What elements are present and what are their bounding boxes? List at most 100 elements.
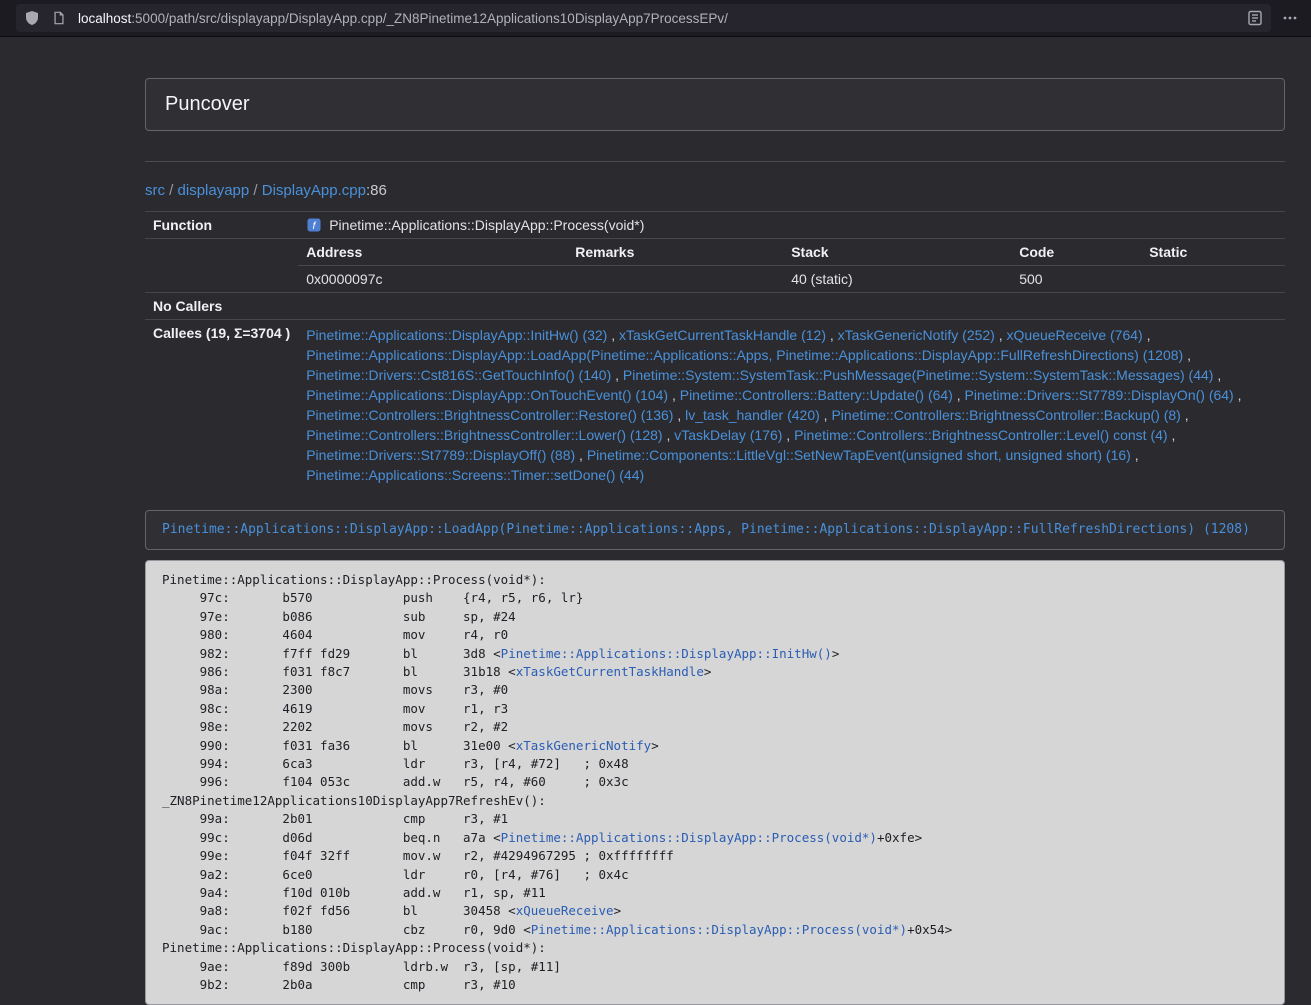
callee-separator: , [1181,407,1189,423]
breadcrumb-link[interactable]: src [145,182,165,199]
code-line: 98e: 2202 movs r2, #2 [162,718,1268,736]
callee-link[interactable]: vTaskDelay (176) [674,427,782,443]
code-symbol-link[interactable]: xQueueReceive [516,903,614,918]
callee-separator: , [607,327,619,343]
stack-value: 40 (static) [783,266,1011,293]
callee-separator: , [1143,327,1151,343]
page-actions-menu-icon[interactable] [1277,5,1303,31]
details-row: Address Remarks Stack Code Static 0x0000… [145,239,1285,293]
symbol-table: Function f Pinetime::Applications::Displ… [145,211,1285,490]
breadcrumb-link[interactable]: DisplayApp.cpp [262,182,366,199]
callee-link[interactable]: Pinetime::Applications::DisplayApp::Load… [306,347,1183,363]
callee-separator: , [1213,367,1221,383]
callee-separator: , [1183,347,1191,363]
tracking-protection-shield-icon[interactable] [24,10,40,26]
breadcrumb: src / displayapp / DisplayApp.cpp:86 [145,182,1285,199]
page-info-icon[interactable] [52,11,66,25]
disassembly-code: Pinetime::Applications::DisplayApp::Proc… [145,560,1285,1005]
callee-link[interactable]: Pinetime::Controllers::BrightnessControl… [831,407,1180,423]
callees-list: Pinetime::Applications::DisplayApp::Init… [298,320,1285,491]
browser-toolbar: localhost:5000/path/src/displayapp/Displ… [0,0,1311,37]
code-symbol-link[interactable]: xTaskGenericNotify [516,738,651,753]
page-title: Puncover [165,93,250,115]
code-line: 982: f7ff fd29 bl 3d8 <Pinetime::Applica… [162,645,1268,663]
callees-row: Callees (19, Σ=3704 ) Pinetime::Applicat… [145,320,1285,491]
callee-separator: , [611,367,623,383]
callee-separator: , [820,407,832,423]
no-callers-label: No Callers [145,293,298,320]
callee-separator: , [668,387,680,403]
col-header-static: Static [1141,239,1285,266]
app-header-panel: Puncover [145,78,1285,131]
highlighted-symbol-panel: Pinetime::Applications::DisplayApp::Load… [145,510,1285,550]
details-value-row: 0x0000097c 40 (static) 500 [298,266,1285,293]
callee-link[interactable]: Pinetime::Applications::Screens::Timer::… [306,467,644,483]
callee-separator: , [782,427,794,443]
code-line: 9a2: 6ce0 ldr r0, [r4, #76] ; 0x4c [162,866,1268,884]
code-line: 986: f031 f8c7 bl 31b18 <xTaskGetCurrent… [162,663,1268,681]
details-row-label [145,239,298,293]
code-line: 97c: b570 push {r4, r5, r6, lr} [162,589,1268,607]
callee-link[interactable]: Pinetime::System::SystemTask::PushMessag… [623,367,1214,383]
callee-link[interactable]: Pinetime::Controllers::Battery::Update()… [680,387,953,403]
function-row-label: Function [145,212,298,239]
callee-separator: , [1234,387,1242,403]
code-line: 9b2: 2b0a cmp r3, #10 [162,976,1268,994]
callee-link[interactable]: Pinetime::Drivers::St7789::DisplayOn() (… [965,387,1234,403]
callee-link[interactable]: Pinetime::Drivers::St7789::DisplayOff() … [306,447,575,463]
url-domain: localhost [78,11,131,26]
breadcrumb-separator: / [249,182,262,199]
code-line: 996: f104 053c add.w r5, r4, #60 ; 0x3c [162,773,1268,791]
col-header-code: Code [1011,239,1141,266]
code-line: 97e: b086 sub sp, #24 [162,608,1268,626]
code-line: 99a: 2b01 cmp r3, #1 [162,810,1268,828]
url-path: :5000/path/src/displayapp/DisplayApp.cpp… [131,11,728,26]
callee-separator: , [1168,427,1176,443]
callee-link[interactable]: Pinetime::Controllers::BrightnessControl… [306,407,673,423]
callee-separator: , [673,407,685,423]
code-line: 994: 6ca3 ldr r3, [r4, #72] ; 0x48 [162,755,1268,773]
col-header-remarks: Remarks [567,239,783,266]
callee-separator: , [953,387,965,403]
remarks-value [567,266,783,293]
url-bar[interactable]: localhost:5000/path/src/displayapp/Displ… [16,4,1271,32]
breadcrumb-line-number: :86 [366,182,387,199]
callee-link[interactable]: xTaskGetCurrentTaskHandle (12) [619,327,826,343]
static-value [1141,266,1285,293]
callee-link[interactable]: Pinetime::Components::LittleVgl::SetNewT… [587,447,1131,463]
callee-link[interactable]: Pinetime::Controllers::BrightnessControl… [794,427,1167,443]
code-line: 9ae: f89d 300b ldrb.w r3, [sp, #11] [162,958,1268,976]
code-symbol-link[interactable]: Pinetime::Applications::DisplayApp::Proc… [531,922,907,937]
callee-separator: , [995,327,1007,343]
col-header-address: Address [298,239,567,266]
code-line: 9a8: f02f fd56 bl 30458 <xQueueReceive> [162,902,1268,920]
code-line: 9ac: b180 cbz r0, 9d0 <Pinetime::Applica… [162,921,1268,939]
callee-link[interactable]: Pinetime::Controllers::BrightnessControl… [306,427,662,443]
callees-label: Callees (19, Σ=3704 ) [145,320,298,491]
callee-link[interactable]: xQueueReceive (764) [1007,327,1143,343]
function-row: Function f Pinetime::Applications::Displ… [145,212,1285,239]
divider [145,161,1285,162]
callee-link[interactable]: Pinetime::Applications::DisplayApp::OnTo… [306,387,668,403]
code-line: 99e: f04f 32ff mov.w r2, #4294967295 ; 0… [162,847,1268,865]
code-line: 98c: 4619 mov r1, r3 [162,700,1268,718]
breadcrumb-link[interactable]: displayapp [178,182,250,199]
highlighted-symbol-link[interactable]: Pinetime::Applications::DisplayApp::Load… [162,522,1250,537]
callee-link[interactable]: Pinetime::Applications::DisplayApp::Init… [306,327,607,343]
callee-link[interactable]: Pinetime::Drivers::Cst816S::GetTouchInfo… [306,367,611,383]
callee-separator: , [575,447,587,463]
code-symbol-link[interactable]: Pinetime::Applications::DisplayApp::Init… [501,646,832,661]
callee-separator: , [663,427,675,443]
code-symbol-link[interactable]: Pinetime::Applications::DisplayApp::Proc… [501,830,877,845]
code-line: Pinetime::Applications::DisplayApp::Proc… [162,939,1268,957]
callee-link[interactable]: xTaskGenericNotify (252) [838,327,995,343]
col-header-stack: Stack [783,239,1011,266]
callers-row: No Callers [145,293,1285,320]
url-text: localhost:5000/path/src/displayapp/Displ… [78,11,1235,26]
reader-mode-icon[interactable] [1247,10,1263,26]
code-size-value: 500 [1011,266,1141,293]
main-content: Puncover src / displayapp / DisplayApp.c… [145,78,1285,1005]
callee-link[interactable]: lv_task_handler (420) [685,407,820,423]
code-line: 98a: 2300 movs r3, #0 [162,681,1268,699]
code-symbol-link[interactable]: xTaskGetCurrentTaskHandle [516,664,704,679]
